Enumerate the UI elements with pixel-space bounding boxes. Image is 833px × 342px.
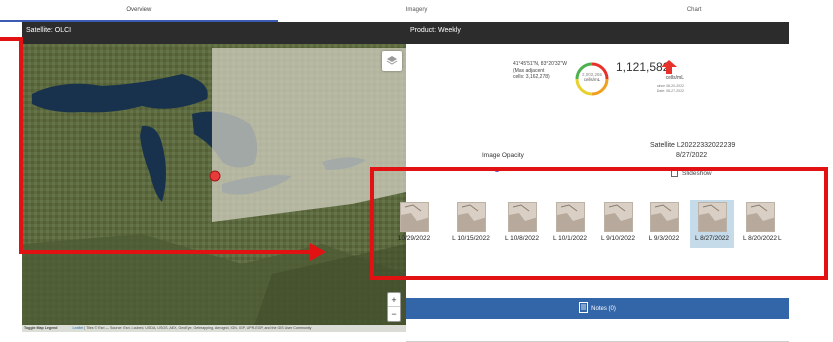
annotation-line-horizontal <box>19 250 314 254</box>
toggle-map-legend[interactable]: Toggle Map Legend <box>24 326 57 330</box>
app-root: Overview Imagery Chart Satellite: OLCI P… <box>0 0 833 342</box>
gauge-units: cells/mL <box>583 77 601 82</box>
tab-imagery[interactable]: Imagery <box>278 0 556 22</box>
tab-bar: Overview Imagery Chart <box>0 0 833 22</box>
coordinates: 41°45'51"N, 83°20'32"W <box>513 61 567 67</box>
image-opacity-label: Image Opacity <box>482 152 524 159</box>
tab-chart[interactable]: Chart <box>555 0 833 22</box>
product-header: Product: Weekly <box>406 22 789 44</box>
satellite-header: Satellite: OLCI <box>22 22 406 44</box>
gauge-label: 2,002,265 cells/mL <box>574 72 610 82</box>
satellite-id: Satellite L20222332022239 <box>650 142 736 149</box>
satellite-date: 8/27/2022 <box>676 152 708 159</box>
zoom-control: + − <box>387 292 401 322</box>
cell-count-units: cells/mL <box>665 75 684 81</box>
annotation-line-vertical <box>19 37 23 254</box>
current-date: Date: 08-27-2022 <box>656 88 684 93</box>
location-info: 41°45'51"N, 83°20'32"W (Max adjacent cel… <box>513 61 575 81</box>
tab-overview[interactable]: Overview <box>0 0 278 22</box>
layers-icon <box>386 52 398 70</box>
annotation-arrow-icon <box>310 243 326 266</box>
change-period: since 08-20-2022 Date: 08-27-2022 <box>640 84 684 93</box>
notes-button[interactable]: Notes (0) <box>406 298 789 319</box>
zoom-out-button[interactable]: − <box>388 307 400 321</box>
attribution-text: | Tiles © Esri — Source: Esri, i-cubed, … <box>84 326 312 330</box>
annotation-highlight-box <box>370 167 828 280</box>
satellite-map[interactable] <box>22 44 406 332</box>
zoom-in-button[interactable]: + <box>388 293 400 307</box>
notes-icon <box>579 302 589 315</box>
map-attribution: Toggle Map Legend Leaflet | Tiles © Esri… <box>22 325 406 332</box>
notes-label: Notes (0) <box>591 305 616 312</box>
layers-button[interactable] <box>382 51 402 71</box>
leaflet-link[interactable]: Leaflet <box>72 326 83 330</box>
max-adjacent-cells: cells: 3,162,278) <box>513 74 550 80</box>
